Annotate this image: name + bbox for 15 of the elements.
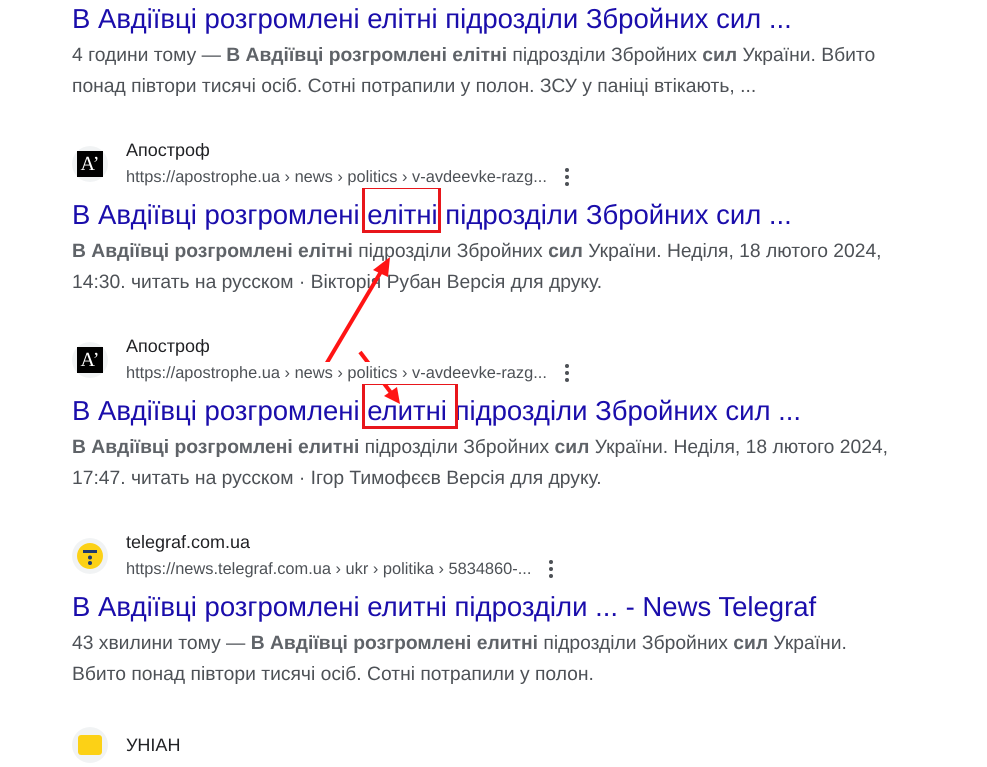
result-snippet: 4 години тому — В Авдіївці розгромлені елітні підрозділи Збройних сил України. Вбито понад півтори тисячі осіб. Сотні потрапили у полон. ЗСУ у паніці втікають, ... — [72, 44, 876, 99]
site-logo: A’ — [72, 342, 108, 378]
result-title-link[interactable]: В Авдіївці розгромлені елітні підрозділи Збройних сил ... — [72, 186, 796, 232]
result-title-link[interactable]: В Авдіївці розгромлені елитні підрозділи ... - News Telegraf — [72, 578, 820, 624]
result-title-link[interactable]: В Авдіївці розгромлені елітні підрозділи Збройних сил ... — [72, 0, 796, 36]
site-logo: A’ — [72, 146, 108, 182]
site-name: УНІАН — [126, 734, 180, 756]
site-logo — [72, 538, 108, 574]
result-snippet: В Авдіївці розгромлені елитні підрозділи Збройних сил України. Неділя, 18 лютого 2024, 17:47. читать на русском · Ігор Тимофєєв Версія для друку. — [72, 436, 890, 491]
result-snippet: 43 хвилини тому — В Авдіївці розгромлені елитні підрозділи Збройних сил України. Вбито понад півтори тисячі осіб. Сотні потрапили у полон. — [72, 632, 848, 687]
site-name: telegraf.com.ua — [126, 531, 252, 553]
site-name: Апостроф — [126, 335, 211, 357]
site-name: Апостроф — [126, 139, 211, 161]
site-logo — [72, 727, 108, 763]
site-url: https://apostrophe.ua › news › politics › v-avdeevke-razg... — [126, 362, 547, 384]
